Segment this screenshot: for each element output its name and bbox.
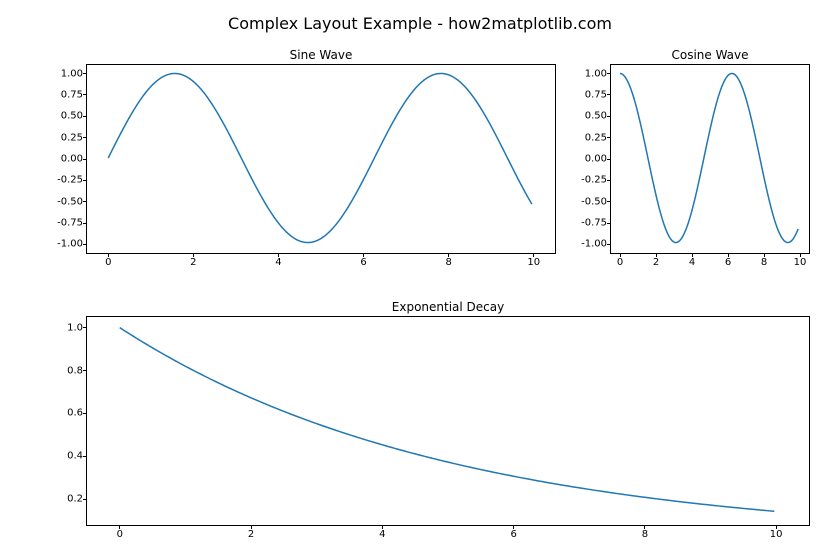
y-tick-mark	[83, 94, 87, 95]
y-tick-mark	[83, 159, 87, 160]
x-tick-mark	[620, 253, 621, 257]
plot-area-exp: 0.20.40.60.81.00246810	[86, 316, 810, 526]
y-tick-mark	[83, 244, 87, 245]
y-tick-mark	[83, 223, 87, 224]
figure: Complex Layout Example - how2matplotlib.…	[0, 0, 840, 560]
y-tick-mark	[83, 370, 87, 371]
x-tick-mark	[513, 525, 514, 529]
x-tick-mark	[728, 253, 729, 257]
x-tick-mark	[692, 253, 693, 257]
y-tick-mark	[607, 244, 611, 245]
axes-cosine: Cosine Wave -1.00-0.75-0.50-0.250.000.25…	[610, 48, 810, 254]
y-tick-mark	[607, 159, 611, 160]
y-tick-mark	[607, 180, 611, 181]
x-tick-mark	[776, 525, 777, 529]
y-tick-mark	[607, 116, 611, 117]
y-tick-mark	[83, 201, 87, 202]
axes-title-exp: Exponential Decay	[86, 300, 810, 314]
y-tick-mark	[607, 137, 611, 138]
x-tick-mark	[764, 253, 765, 257]
y-tick-mark	[607, 223, 611, 224]
axes-title-sine: Sine Wave	[86, 48, 556, 62]
y-tick-mark	[83, 180, 87, 181]
x-tick-mark	[193, 253, 194, 257]
y-tick-mark	[83, 327, 87, 328]
plot-area-cosine: -1.00-0.75-0.50-0.250.000.250.500.751.00…	[610, 64, 810, 254]
x-tick-mark	[119, 525, 120, 529]
y-tick-mark	[83, 116, 87, 117]
x-tick-mark	[382, 525, 383, 529]
x-tick-mark	[251, 525, 252, 529]
axes-exp: Exponential Decay 0.20.40.60.81.00246810	[86, 300, 810, 526]
x-tick-mark	[656, 253, 657, 257]
x-tick-mark	[800, 253, 801, 257]
y-tick-mark	[607, 201, 611, 202]
x-tick-mark	[278, 253, 279, 257]
x-tick-mark	[533, 253, 534, 257]
y-tick-mark	[83, 499, 87, 500]
x-tick-mark	[448, 253, 449, 257]
y-tick-mark	[607, 94, 611, 95]
y-tick-mark	[83, 456, 87, 457]
x-tick-mark	[363, 253, 364, 257]
axes-title-cosine: Cosine Wave	[610, 48, 810, 62]
y-tick-mark	[83, 73, 87, 74]
axes-sine: Sine Wave -1.00-0.75-0.50-0.250.000.250.…	[86, 48, 556, 254]
x-tick-mark	[108, 253, 109, 257]
y-tick-mark	[83, 137, 87, 138]
x-tick-mark	[644, 525, 645, 529]
y-tick-mark	[83, 413, 87, 414]
figure-suptitle: Complex Layout Example - how2matplotlib.…	[0, 14, 840, 33]
plot-area-sine: -1.00-0.75-0.50-0.250.000.250.500.751.00…	[86, 64, 556, 254]
y-tick-mark	[607, 73, 611, 74]
